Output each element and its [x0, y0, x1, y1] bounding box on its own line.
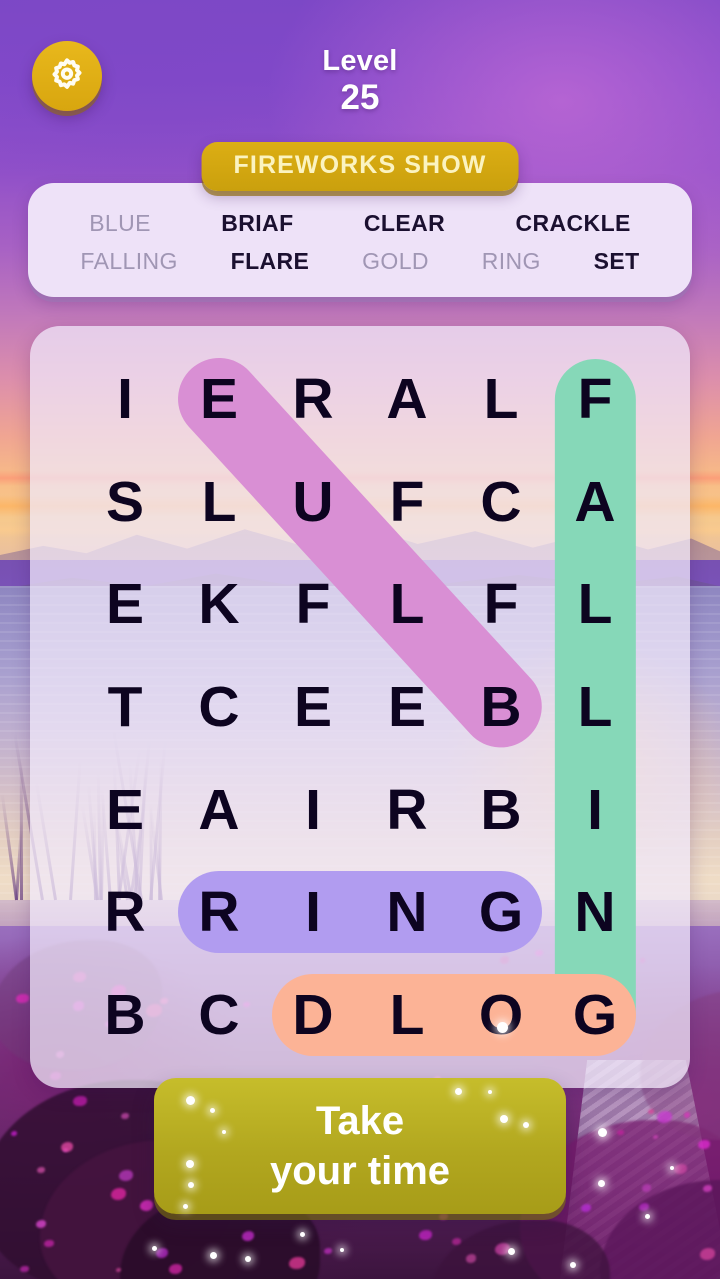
blossom	[647, 1109, 654, 1115]
word-list-row: FALLING FLARE GOLD RING SET	[54, 244, 666, 278]
grid-cell-r2-c0[interactable]: E	[78, 553, 172, 656]
blossom	[73, 1095, 87, 1107]
grid-cell-r4-c3[interactable]: R	[360, 758, 454, 861]
word-set: SET	[593, 247, 640, 274]
cta-text: Take your time	[270, 1096, 450, 1196]
letter-grid[interactable]: IERALFSLUFCAEKFLFLTCEEBLEAIRBIRRINGNBCDL…	[30, 326, 690, 1088]
blossom	[494, 1243, 510, 1256]
word-flare: FLARE	[230, 247, 310, 274]
word-clear: CLEAR	[363, 209, 446, 236]
blossom	[451, 1237, 461, 1245]
grid-cell-r1-c3[interactable]: F	[360, 451, 454, 554]
word-blue: BLUE	[89, 209, 151, 236]
grid-cell-r4-c4[interactable]: B	[454, 758, 548, 861]
grid-cell-r4-c2[interactable]: I	[266, 758, 360, 861]
grid-cell-r6-c2[interactable]: D	[266, 963, 360, 1066]
grid-cell-r3-c4[interactable]: B	[454, 656, 548, 759]
word-search-grid-panel[interactable]: IERALFSLUFCAEKFLFLTCEEBLEAIRBIRRINGNBCDL…	[30, 326, 690, 1088]
grid-cell-r5-c4[interactable]: G	[454, 861, 548, 964]
grid-cell-r5-c5[interactable]: N	[548, 861, 642, 964]
grid-cell-r0-c5[interactable]: F	[548, 348, 642, 451]
blossom	[639, 1203, 649, 1211]
grid-cell-r3-c5[interactable]: L	[548, 656, 642, 759]
level-number: 25	[340, 78, 380, 117]
grid-cell-r1-c1[interactable]: L	[172, 451, 266, 554]
blossom	[289, 1256, 305, 1269]
grid-cell-r4-c0[interactable]: E	[78, 758, 172, 861]
blossom	[44, 1239, 54, 1248]
grid-cell-r4-c5[interactable]: I	[548, 758, 642, 861]
header: Level 25	[0, 0, 720, 145]
theme-banner: FIREWORKS SHOW	[201, 142, 519, 191]
grid-cell-r2-c2[interactable]: F	[266, 553, 360, 656]
blossom	[702, 1184, 712, 1192]
word-crackle: CRACKLE	[515, 209, 631, 236]
cta-line-1: Take	[315, 1099, 405, 1143]
grid-cell-r0-c4[interactable]: L	[454, 348, 548, 451]
blossom	[674, 1163, 687, 1174]
grid-cell-r5-c0[interactable]: R	[78, 861, 172, 964]
blossom	[465, 1253, 477, 1263]
word-list-panel: BLUE BRIAF CLEAR CRACKLE FALLING FLARE GOLD RIN…	[28, 183, 692, 297]
grid-cell-r6-c3[interactable]: L	[360, 963, 454, 1066]
grid-cell-r5-c1[interactable]: R	[172, 861, 266, 964]
grid-cell-r2-c1[interactable]: K	[172, 553, 266, 656]
grid-cell-r1-c5[interactable]: A	[548, 451, 642, 554]
grid-cell-r6-c0[interactable]: B	[78, 963, 172, 1066]
grid-cell-r6-c1[interactable]: C	[172, 963, 266, 1066]
grid-cell-r6-c5[interactable]: G	[548, 963, 642, 1066]
grid-cell-r1-c0[interactable]: S	[78, 451, 172, 554]
grid-cell-r0-c0[interactable]: I	[78, 348, 172, 451]
word-falling: FALLING	[80, 247, 178, 274]
grid-cell-r2-c5[interactable]: L	[548, 553, 642, 656]
encouragement-banner[interactable]: Take your time	[154, 1078, 566, 1214]
word-briaf: BRIAF	[221, 209, 294, 236]
grid-cell-r5-c2[interactable]: I	[266, 861, 360, 964]
grid-cell-r4-c1[interactable]: A	[172, 758, 266, 861]
grid-cell-r0-c2[interactable]: R	[266, 348, 360, 451]
grid-cell-r0-c1[interactable]: E	[172, 348, 266, 451]
grid-cell-r2-c4[interactable]: F	[454, 553, 548, 656]
grid-cell-r3-c0[interactable]: T	[78, 656, 172, 759]
grid-cell-r3-c3[interactable]: E	[360, 656, 454, 759]
grid-cell-r3-c2[interactable]: E	[266, 656, 360, 759]
cta-line-2: your time	[269, 1149, 451, 1193]
word-ring: RING	[481, 247, 541, 274]
grid-cell-r1-c4[interactable]: C	[454, 451, 548, 554]
grid-cell-r2-c3[interactable]: L	[360, 553, 454, 656]
grid-cell-r1-c2[interactable]: U	[266, 451, 360, 554]
level-indicator: Level 25	[0, 44, 720, 118]
blossom	[683, 1112, 691, 1118]
blossom	[641, 1184, 652, 1192]
blossom	[16, 993, 29, 1004]
blossom	[241, 1230, 254, 1241]
grid-cell-r3-c1[interactable]: C	[172, 656, 266, 759]
grid-cell-r5-c3[interactable]: N	[360, 861, 454, 964]
word-gold: GOLD	[362, 247, 429, 274]
word-list-row: BLUE BRIAF CLEAR CRACKLE	[54, 206, 666, 240]
grid-cell-r6-c4[interactable]: O	[454, 963, 548, 1066]
level-label: Level	[322, 45, 398, 77]
grid-cell-r0-c3[interactable]: A	[360, 348, 454, 451]
